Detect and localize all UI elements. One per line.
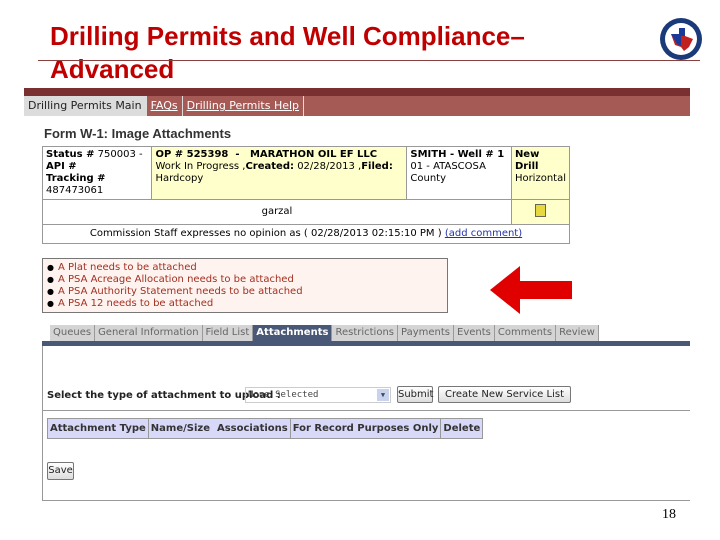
select-value: None Selected xyxy=(248,390,319,400)
missing-attachments-warnings: A Plat needs to be attached A PSA Acreag… xyxy=(42,258,448,313)
nav-drilling-permits-main[interactable]: Drilling Permits Main xyxy=(24,96,147,116)
lock-icon[interactable] xyxy=(534,203,546,217)
attachment-type-select[interactable]: None Selected ▼ xyxy=(245,387,391,403)
submit-button[interactable]: Submit xyxy=(397,386,433,403)
tracking-value: 487473061 xyxy=(46,185,104,196)
comment-text: Commission Staff expresses no opinion as… xyxy=(89,228,445,239)
filed-value: Hardcopy xyxy=(155,173,204,184)
slide-title: Drilling Permits and Well Compliance– Ad… xyxy=(50,21,525,84)
tab-review[interactable]: Review xyxy=(556,325,599,341)
column-header: Delete xyxy=(440,418,484,439)
warning-item: A PSA Acreage Allocation needs to be att… xyxy=(47,274,443,286)
warning-item: A PSA 12 needs to be attached xyxy=(47,298,443,310)
top-nav: Drilling Permits Main FAQs Drilling Perm… xyxy=(24,96,690,116)
tab-comments[interactable]: Comments xyxy=(494,325,557,341)
save-button[interactable]: Save xyxy=(47,462,74,480)
permit-type: New Drill xyxy=(514,149,540,172)
add-comment-link[interactable]: (add comment) xyxy=(445,228,522,239)
column-header: Attachment Type xyxy=(47,418,149,439)
well-name: SMITH - Well # 1 xyxy=(410,149,505,160)
browser-header-strip xyxy=(24,88,690,96)
chevron-down-icon[interactable]: ▼ xyxy=(377,389,389,401)
create-service-list-button[interactable]: Create New Service List xyxy=(438,386,571,403)
created-value: 02/28/2013 , xyxy=(297,161,362,172)
county: 01 - ATASCOSA County xyxy=(410,161,486,184)
column-header: Name/Size Associations xyxy=(147,418,291,439)
page-number: 18 xyxy=(662,507,676,522)
warning-item: A Plat needs to be attached xyxy=(47,262,443,274)
tab-restrictions[interactable]: Restrictions xyxy=(332,325,398,341)
tab-queues[interactable]: Queues xyxy=(50,325,96,341)
status-value: 750003 - xyxy=(97,149,143,160)
form-tabs: Queues General Information Field List At… xyxy=(50,325,599,341)
title-divider xyxy=(38,60,700,61)
wip-status: Work In Progress , xyxy=(155,161,246,172)
column-header: For Record Purposes Only xyxy=(289,418,442,439)
filed-label: Filed: xyxy=(361,161,393,172)
tab-general-information[interactable]: General Information xyxy=(95,325,203,341)
tracking-label: Tracking # xyxy=(46,173,106,184)
attachments-table: Attachment Type Name/Size Associations F… xyxy=(47,418,484,439)
red-arrow-left-icon xyxy=(490,266,572,314)
created-label: Created: xyxy=(245,161,294,172)
drill-type: Horizontal xyxy=(514,173,566,184)
tab-events[interactable]: Events xyxy=(454,325,495,341)
tab-payments[interactable]: Payments xyxy=(398,325,454,341)
nav-faqs[interactable]: FAQs xyxy=(147,96,183,116)
tab-field-list[interactable]: Field List xyxy=(202,325,254,341)
nav-drilling-permits-help[interactable]: Drilling Permits Help xyxy=(183,96,305,116)
assigned-user: garzal xyxy=(42,199,512,225)
api-label: API # xyxy=(46,161,77,172)
permit-info-table: Status # 750003 - API # Tracking # 4874730… xyxy=(41,146,571,244)
status-label: Status # xyxy=(46,149,95,160)
form-title: Form W-1: Image Attachments xyxy=(44,126,232,141)
warning-item: A PSA Authority Statement needs to be at… xyxy=(47,286,443,298)
railroad-commission-seal-logo xyxy=(660,18,702,60)
divider xyxy=(42,410,690,411)
operator-line: OP # 525398 - MARATHON OIL EF LLC xyxy=(155,149,378,160)
tab-attachments[interactable]: Attachments xyxy=(253,325,333,341)
